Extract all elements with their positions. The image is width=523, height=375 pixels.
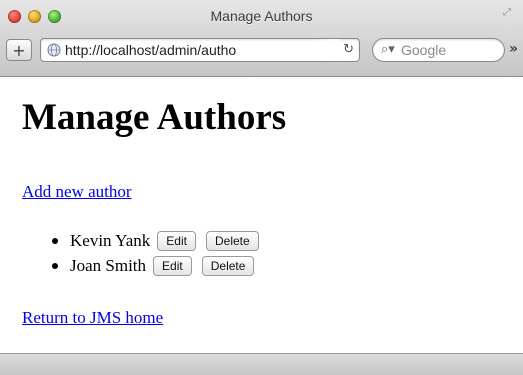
- browser-chrome: Manage Authors ⤢ + http://localhost/admi…: [0, 0, 523, 77]
- globe-icon: [47, 43, 61, 57]
- address-text[interactable]: http://localhost/admin/autho: [65, 42, 236, 58]
- add-new-author-link[interactable]: Add new author: [22, 182, 132, 202]
- author-name: Joan Smith: [70, 255, 147, 275]
- page-title: Manage Authors: [22, 97, 287, 138]
- edit-button[interactable]: Edit: [153, 255, 192, 276]
- address-bar[interactable]: http://localhost/admin/autho ↻: [40, 38, 360, 62]
- search-icon[interactable]: ⌕▾: [381, 42, 395, 57]
- address-fade: [309, 39, 339, 61]
- page-content: Manage Authors Add new author Kevin Yank…: [0, 77, 523, 353]
- bullet: [52, 262, 58, 269]
- browser-window: Manage Authors ⤢ + http://localhost/admi…: [0, 0, 523, 375]
- delete-button[interactable]: Delete: [201, 255, 255, 276]
- delete-button[interactable]: Delete: [205, 230, 259, 251]
- search-placeholder: Google: [401, 42, 447, 58]
- fullscreen-icon[interactable]: ⤢: [503, 7, 517, 21]
- bullet: [52, 237, 58, 244]
- reload-icon[interactable]: ↻: [343, 42, 354, 57]
- author-list: Kevin Yank Edit Delete Joan Smith Edit D…: [52, 228, 269, 278]
- browser-toolbar: + http://localhost/admin/autho ↻ ⌕▾ Goog…: [6, 36, 523, 64]
- toolbar-overflow-icon[interactable]: »: [509, 41, 518, 57]
- edit-button[interactable]: Edit: [157, 230, 196, 251]
- window-title: Manage Authors: [210, 8, 313, 24]
- return-home-link[interactable]: Return to JMS home: [22, 308, 163, 328]
- search-field[interactable]: ⌕▾ Google: [372, 38, 505, 62]
- list-item: Kevin Yank Edit Delete: [52, 228, 269, 253]
- author-name: Kevin Yank: [70, 230, 151, 250]
- status-bar: [0, 353, 523, 375]
- list-item: Joan Smith Edit Delete: [52, 253, 269, 278]
- add-bookmark-button[interactable]: +: [6, 39, 32, 61]
